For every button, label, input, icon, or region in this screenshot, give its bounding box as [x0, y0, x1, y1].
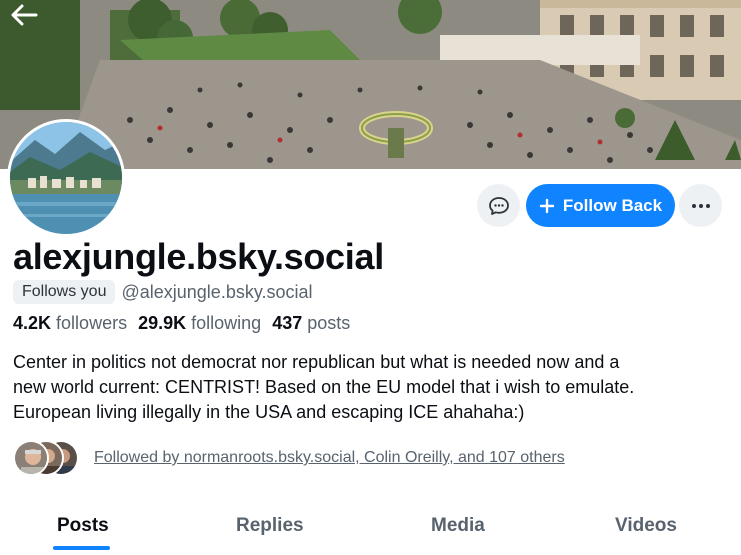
- following-stat[interactable]: 29.9K following: [138, 313, 261, 334]
- active-tab-indicator: [53, 546, 110, 550]
- posts-count: 437: [272, 313, 303, 333]
- bio-line: Center in politics not democrat nor repu…: [13, 352, 620, 372]
- tab-replies[interactable]: Replies: [236, 515, 304, 537]
- follows-you-badge: Follows you: [13, 280, 116, 304]
- profile-avatar[interactable]: [7, 119, 125, 237]
- profile-stats: 4.2K followers 29.9K following 437 posts: [13, 313, 350, 334]
- arrow-left-icon: [11, 4, 38, 26]
- follow-back-button[interactable]: Follow Back: [526, 184, 675, 227]
- avatar-image: [10, 122, 122, 234]
- posts-stat: 437 posts: [272, 313, 350, 334]
- follower-avatar: [13, 440, 49, 476]
- back-button[interactable]: [6, 2, 42, 28]
- message-button[interactable]: [477, 184, 520, 227]
- following-label: following: [191, 313, 262, 333]
- more-options-button[interactable]: [679, 184, 722, 227]
- followed-by-row: Followed by normanroots.bsky.social, Col…: [13, 440, 565, 476]
- followers-stat[interactable]: 4.2K followers: [13, 313, 127, 334]
- tab-videos[interactable]: Videos: [615, 515, 677, 537]
- posts-label: posts: [307, 313, 351, 333]
- message-bubble-icon: [488, 196, 509, 215]
- display-name: alexjungle.bsky.social: [13, 236, 384, 277]
- bio-line: European living illegally in the USA and…: [13, 402, 525, 422]
- plus-icon: [539, 198, 555, 213]
- bio-line: new world current: CENTRIST! Based on th…: [13, 377, 635, 397]
- followed-by-link[interactable]: Followed by normanroots.bsky.social, Col…: [94, 449, 565, 467]
- followers-count: 4.2K: [13, 313, 52, 333]
- ellipsis-icon: [691, 203, 710, 208]
- follower-avatars: [13, 440, 83, 476]
- handle-row: Follows you @alexjungle.bsky.social: [13, 280, 313, 304]
- followers-label: followers: [56, 313, 128, 333]
- profile-tabs: Posts Replies Media Videos: [0, 505, 741, 555]
- tab-posts[interactable]: Posts: [57, 515, 109, 537]
- handle: @alexjungle.bsky.social: [121, 281, 313, 302]
- tab-media[interactable]: Media: [431, 515, 485, 537]
- profile-bio: Center in politics not democrat nor repu…: [13, 350, 713, 425]
- follow-back-label: Follow Back: [562, 195, 663, 215]
- following-count: 29.9K: [138, 313, 187, 333]
